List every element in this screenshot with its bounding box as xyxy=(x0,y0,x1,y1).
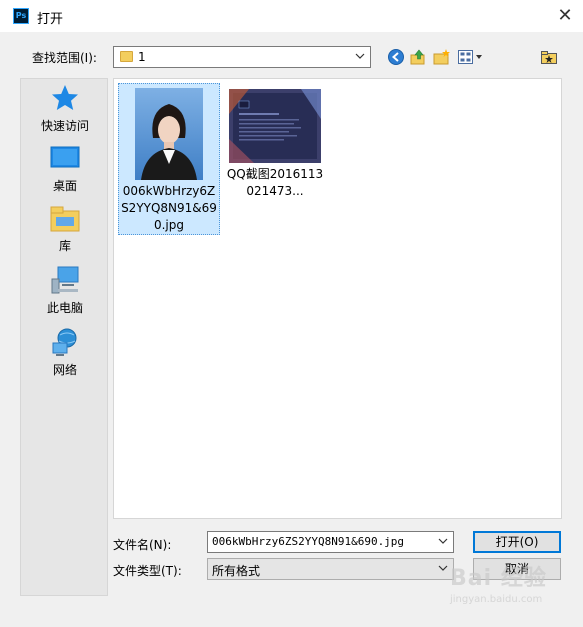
desktop-icon xyxy=(50,146,80,168)
photo-thumbnail xyxy=(135,88,203,180)
computer-icon xyxy=(51,266,79,294)
place-label: 网络 xyxy=(52,363,77,377)
chevron-down-icon[interactable] xyxy=(437,535,449,547)
place-label: 快速访问 xyxy=(40,119,89,133)
place-network[interactable]: 网络 xyxy=(21,327,109,378)
title-bar: Ps 打开 ✕ xyxy=(0,0,583,32)
lookin-dropdown[interactable]: 1 xyxy=(113,46,371,68)
new-folder-icon[interactable] xyxy=(433,48,451,66)
photoshop-app-icon: Ps xyxy=(13,8,29,24)
place-label: 此电脑 xyxy=(46,301,83,315)
place-quick-access[interactable]: 快速访问 xyxy=(21,83,109,134)
file-name: 006kWbHrzy6ZS2YYQ8N91&690.jpg xyxy=(121,184,217,232)
chevron-down-icon xyxy=(355,53,365,59)
places-bar: 快速访问 桌面 库 此电脑 网络 xyxy=(20,78,108,596)
place-library[interactable]: 库 xyxy=(21,203,109,254)
open-button[interactable]: 打开(O) xyxy=(473,531,561,553)
folder-icon xyxy=(120,51,133,62)
filename-input[interactable]: 006kWbHrzy6ZS2YYQ8N91&690.jpg xyxy=(207,531,454,553)
watermark-url: jingyan.baidu.com xyxy=(450,594,543,605)
window-title: 打开 xyxy=(37,12,64,27)
filetype-label: 文件类型(T): xyxy=(113,564,182,578)
filename-value: 006kWbHrzy6ZS2YYQ8N91&690.jpg xyxy=(212,535,405,548)
browse-folder-icon[interactable] xyxy=(540,48,558,66)
view-menu-icon[interactable] xyxy=(457,48,483,66)
library-icon xyxy=(50,206,80,232)
star-icon xyxy=(52,85,78,110)
place-label: 桌面 xyxy=(52,179,77,193)
place-label: 库 xyxy=(58,239,71,253)
close-button[interactable]: ✕ xyxy=(553,4,577,28)
screenshot-thumbnail xyxy=(229,89,321,163)
filetype-dropdown[interactable]: 所有格式 xyxy=(207,558,454,580)
chevron-down-icon xyxy=(438,565,448,571)
file-item[interactable]: QQ截图2016113021473... xyxy=(224,83,326,223)
cancel-button[interactable]: 取消 xyxy=(473,558,561,580)
lookin-label: 查找范围(I): xyxy=(32,51,97,65)
file-list[interactable]: 006kWbHrzy6ZS2YYQ8N91&690.jpg QQ截图201611… xyxy=(113,78,562,519)
place-this-pc[interactable]: 此电脑 xyxy=(21,265,109,316)
filename-label: 文件名(N): xyxy=(113,538,172,552)
lookin-value: 1 xyxy=(138,50,146,64)
network-icon xyxy=(52,328,77,356)
filetype-value: 所有格式 xyxy=(212,564,261,578)
up-folder-icon[interactable] xyxy=(409,48,427,66)
place-desktop[interactable]: 桌面 xyxy=(21,143,109,194)
file-item[interactable]: 006kWbHrzy6ZS2YYQ8N91&690.jpg xyxy=(118,83,220,235)
file-name: QQ截图2016113021473... xyxy=(226,167,324,198)
back-icon[interactable] xyxy=(387,48,405,66)
